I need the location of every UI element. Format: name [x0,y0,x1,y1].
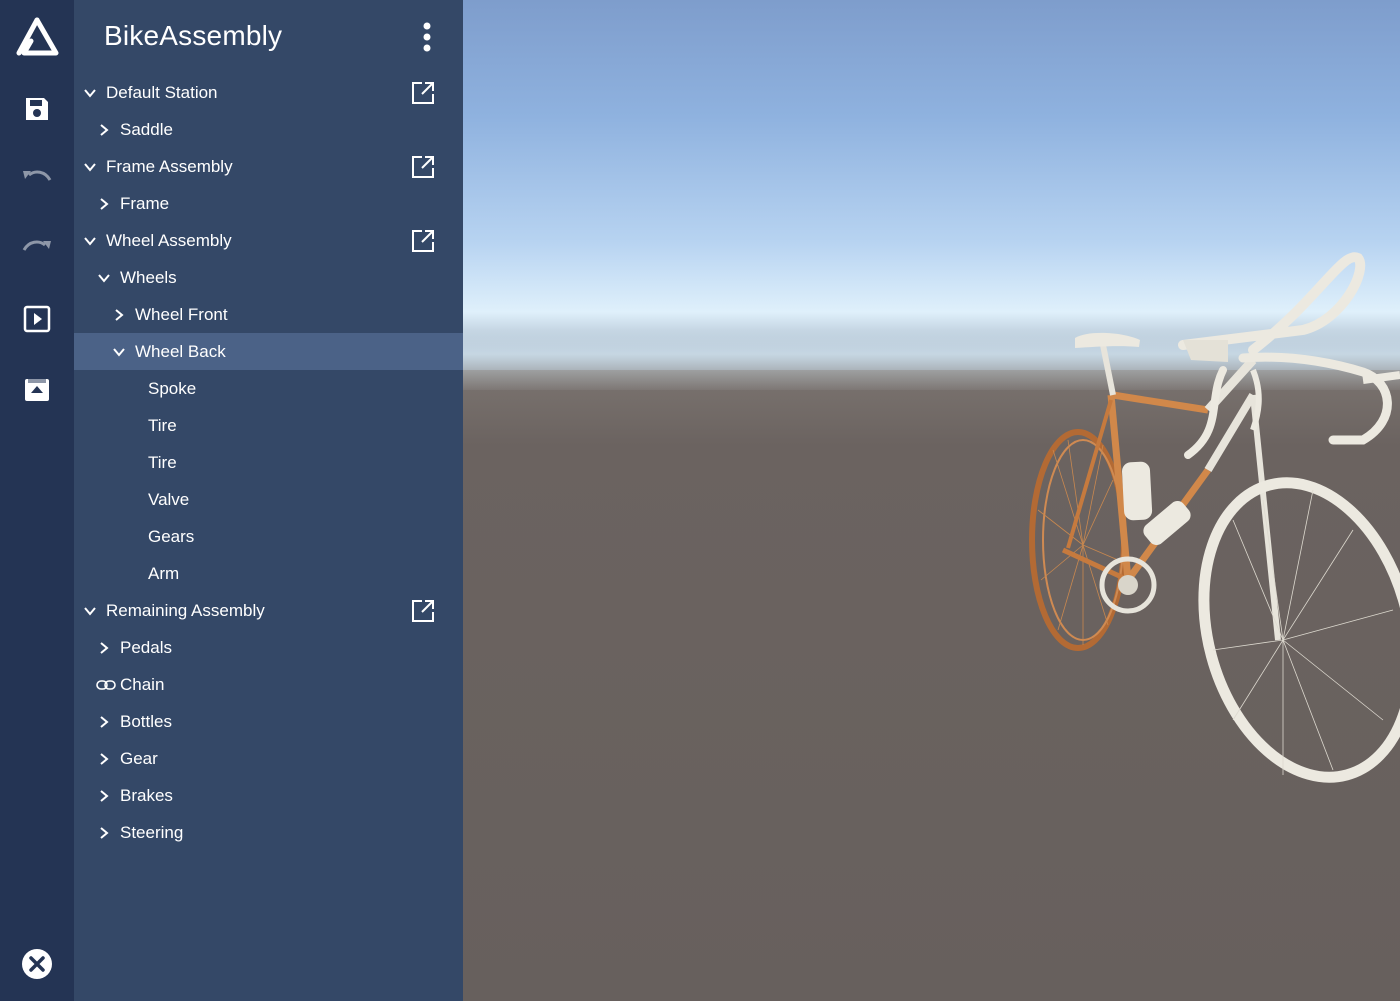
tree-item-label: Saddle [120,119,173,139]
tree-item[interactable]: Wheels [74,259,463,296]
tree-item[interactable]: Gear [74,740,463,777]
chevron-down-icon[interactable] [82,159,98,175]
close-button[interactable] [0,934,74,994]
tree-item-label: Frame [120,193,170,213]
chevron-right-icon[interactable] [96,640,112,656]
tree-item-label: Gear [120,748,158,768]
tree-item-label: Wheel Assembly [106,230,232,250]
tree-item[interactable]: Brakes [74,777,463,814]
tree-item[interactable]: Wheel Assembly [74,222,463,259]
panel-header: BikeAssembly [74,0,463,74]
app-title: BikeAssembly [104,20,283,51]
open-external-icon[interactable] [410,228,436,254]
upload-button[interactable] [0,359,74,419]
tree-item[interactable]: Saddle [74,111,463,148]
play-icon [23,305,51,333]
tree-item[interactable]: Frame Assembly [74,148,463,185]
chevron-right-icon[interactable] [96,751,112,767]
bicycle-model[interactable] [463,0,1400,1001]
tree-item-label: Spoke [148,378,197,398]
tree-item-label: Steering [120,822,184,842]
redo-button[interactable] [0,219,74,279]
tree-item-label: Valve [148,489,190,509]
tree-item-label: Arm [148,563,180,583]
open-external-icon[interactable] [410,598,436,624]
tree-item-label: Wheel Back [135,341,226,361]
tree-item-label: Tire [148,415,177,435]
tree-item[interactable]: Steering [74,814,463,851]
tree-item[interactable]: Tire [74,407,463,444]
tree-item[interactable]: Gears [74,518,463,555]
assembly-tree-panel: BikeAssembly Default Station Saddle Frame … [74,0,463,1001]
open-external-icon[interactable] [410,154,436,180]
tree-item-label: Gears [148,526,195,546]
app-logo-icon [0,0,74,74]
tree-item[interactable]: Remaining Assembly [74,592,463,629]
save-icon [26,98,48,120]
chevron-right-icon[interactable] [96,714,112,730]
tree-item[interactable]: Pedals [74,629,463,666]
kebab-menu-icon [423,22,431,52]
tree-item-label: Default Station [106,82,218,102]
tree-item-label: Brakes [120,785,173,805]
undo-icon [23,170,52,181]
tree-item-label: Frame Assembly [106,156,233,176]
3d-viewport[interactable] [463,0,1400,1001]
tree-item-label: Tire [148,452,177,472]
link-icon [96,677,116,693]
tree-item[interactable]: Frame [74,185,463,222]
toolbar-rail [0,0,74,1001]
assembly-tree: Default Station Saddle Frame Assembly Frame… [74,74,463,851]
tree-item[interactable]: Wheel Front [74,296,463,333]
tree-item[interactable]: Chain [74,666,463,703]
chevron-right-icon[interactable] [96,122,112,138]
tree-item-label: Wheel Front [135,304,228,324]
tree-item[interactable]: Spoke [74,370,463,407]
chevron-right-icon[interactable] [96,788,112,804]
chevron-right-icon[interactable] [96,196,112,212]
chevron-down-icon[interactable] [96,270,112,286]
tree-item[interactable]: Arm [74,555,463,592]
chevron-down-icon[interactable] [82,603,98,619]
tree-item-label: Remaining Assembly [106,600,265,620]
chevron-down-icon[interactable] [82,85,98,101]
tree-item[interactable]: Wheel Back [74,333,463,370]
play-button[interactable] [0,289,74,349]
tree-item-label: Wheels [120,267,177,287]
chevron-right-icon[interactable] [96,825,112,841]
tree-item[interactable]: Tire [74,444,463,481]
chevron-down-icon[interactable] [82,233,98,249]
redo-icon [22,240,51,251]
close-icon [22,949,52,979]
more-options-button[interactable] [414,18,440,56]
tree-item-label: Bottles [120,711,172,731]
tree-item-label: Pedals [120,637,172,657]
chevron-right-icon[interactable] [111,307,127,323]
tree-item-label: Chain [120,674,165,694]
tree-item[interactable]: Default Station [74,74,463,111]
tree-item[interactable]: Valve [74,481,463,518]
tree-item[interactable]: Bottles [74,703,463,740]
save-button[interactable] [0,79,74,139]
chevron-down-icon[interactable] [111,344,127,360]
undo-button[interactable] [0,149,74,209]
upload-icon [25,379,49,401]
open-external-icon[interactable] [410,80,436,106]
